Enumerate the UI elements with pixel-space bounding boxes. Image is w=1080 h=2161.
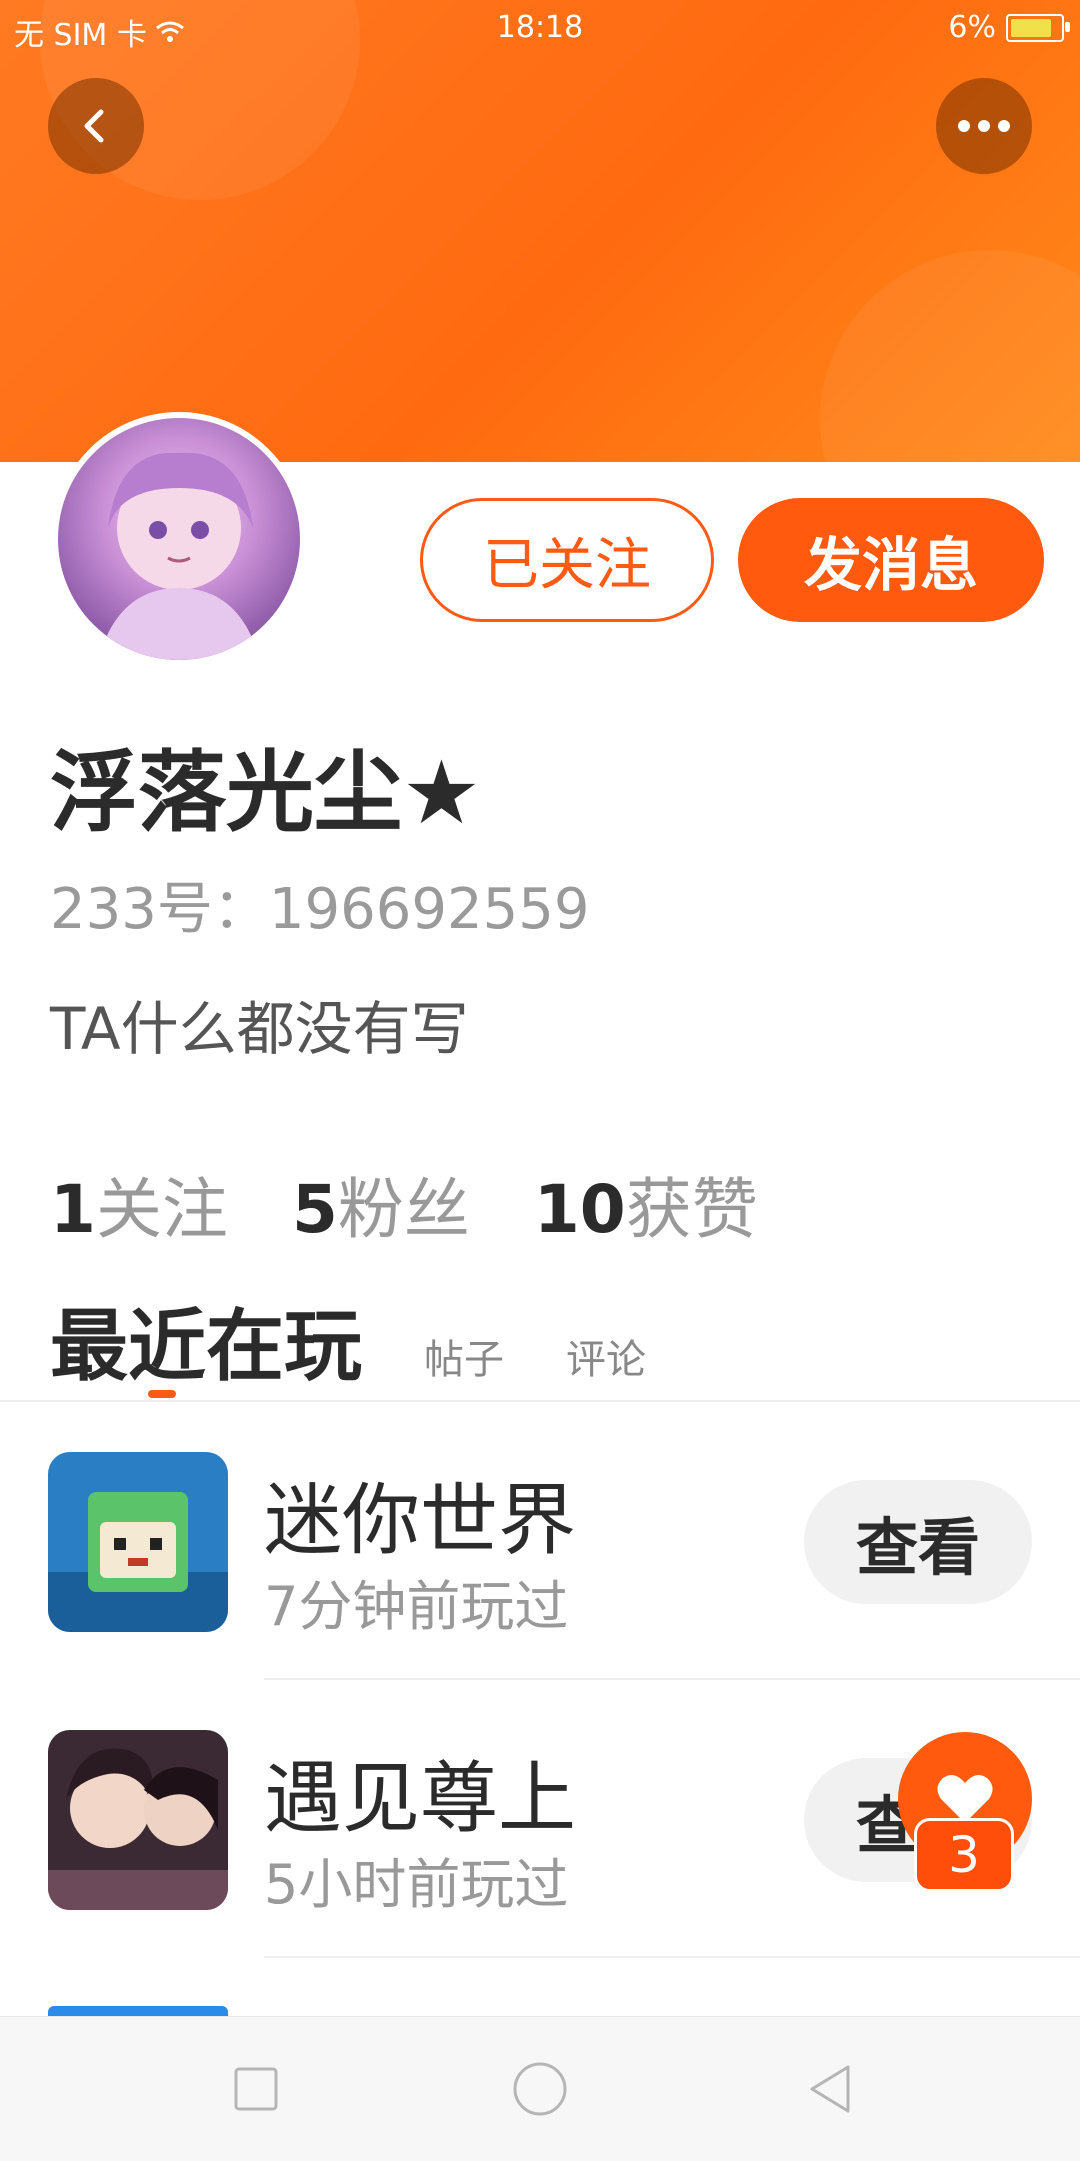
stat-number: 5: [291, 1171, 338, 1248]
home-button[interactable]: [504, 2053, 576, 2125]
game-icon: [48, 1452, 228, 1632]
recent-apps-button[interactable]: [220, 2053, 292, 2125]
stat-number: 10: [533, 1171, 626, 1248]
stat-followers[interactable]: 5粉丝: [292, 1156, 470, 1252]
battery-percent: 6%: [948, 10, 996, 45]
row-divider: [264, 1956, 1080, 1958]
username: 浮落光尘★: [50, 741, 481, 844]
profile-stats: 1关注 5粉丝 10获赞: [50, 1156, 758, 1252]
tab-comments[interactable]: 评论: [566, 1327, 646, 1385]
stat-label: 粉丝: [337, 1171, 470, 1248]
system-back-button[interactable]: [794, 2053, 866, 2125]
status-bar: 无 SIM 卡 18:18 6%: [0, 0, 1080, 56]
game-name: 迷你世界: [264, 1476, 577, 1566]
game-icon: [48, 1730, 228, 1910]
game-list-item[interactable]: 迷你世界 7分钟前玩过 查看: [0, 1402, 1080, 1680]
game-last-played: 7分钟前玩过: [264, 1575, 569, 1638]
more-button[interactable]: [936, 78, 1032, 174]
chevron-left-icon: [84, 109, 104, 143]
more-dots-icon: [958, 120, 1010, 132]
tab-recent-played[interactable]: 最近在玩: [50, 1284, 362, 1396]
view-game-button[interactable]: 查看: [804, 1480, 1032, 1604]
stat-label: 关注: [95, 1171, 228, 1248]
profile-tabs: 最近在玩 帖子 评论: [50, 1284, 708, 1396]
user-bio: TA什么都没有写: [50, 995, 469, 1063]
status-right: 6%: [948, 10, 1070, 45]
circle-home-icon: [513, 2062, 567, 2116]
active-tab-indicator: [148, 1390, 176, 1398]
stat-number: 1: [50, 1171, 96, 1248]
followed-button[interactable]: 已关注: [420, 498, 714, 622]
status-time: 18:18: [496, 10, 584, 45]
system-nav-bar: [0, 2016, 1080, 2161]
tab-posts[interactable]: 帖子: [424, 1327, 504, 1385]
send-message-button[interactable]: 发消息: [738, 498, 1044, 622]
stat-following[interactable]: 1关注: [50, 1156, 228, 1252]
banner-decoration: [820, 250, 1080, 462]
user-id: 233号：196692559: [50, 877, 590, 942]
mini-world-icon: [48, 1452, 228, 1632]
stat-label: 获赞: [625, 1171, 758, 1248]
avatar[interactable]: [52, 412, 306, 666]
like-count-badge: 3: [914, 1818, 1014, 1892]
stat-likes[interactable]: 10获赞: [534, 1156, 758, 1252]
meet-lord-icon: [48, 1730, 228, 1910]
game-last-played: 5小时前玩过: [264, 1853, 569, 1916]
square-recent-icon: [234, 2067, 278, 2111]
avatar-illustration: [98, 452, 260, 660]
battery-charging-icon: [1006, 13, 1070, 42]
profile-header-banner: 无 SIM 卡 18:18 6%: [0, 0, 1080, 462]
triangle-back-icon: [810, 2065, 850, 2113]
back-button[interactable]: [48, 78, 144, 174]
game-name: 遇见尊上: [264, 1754, 577, 1844]
